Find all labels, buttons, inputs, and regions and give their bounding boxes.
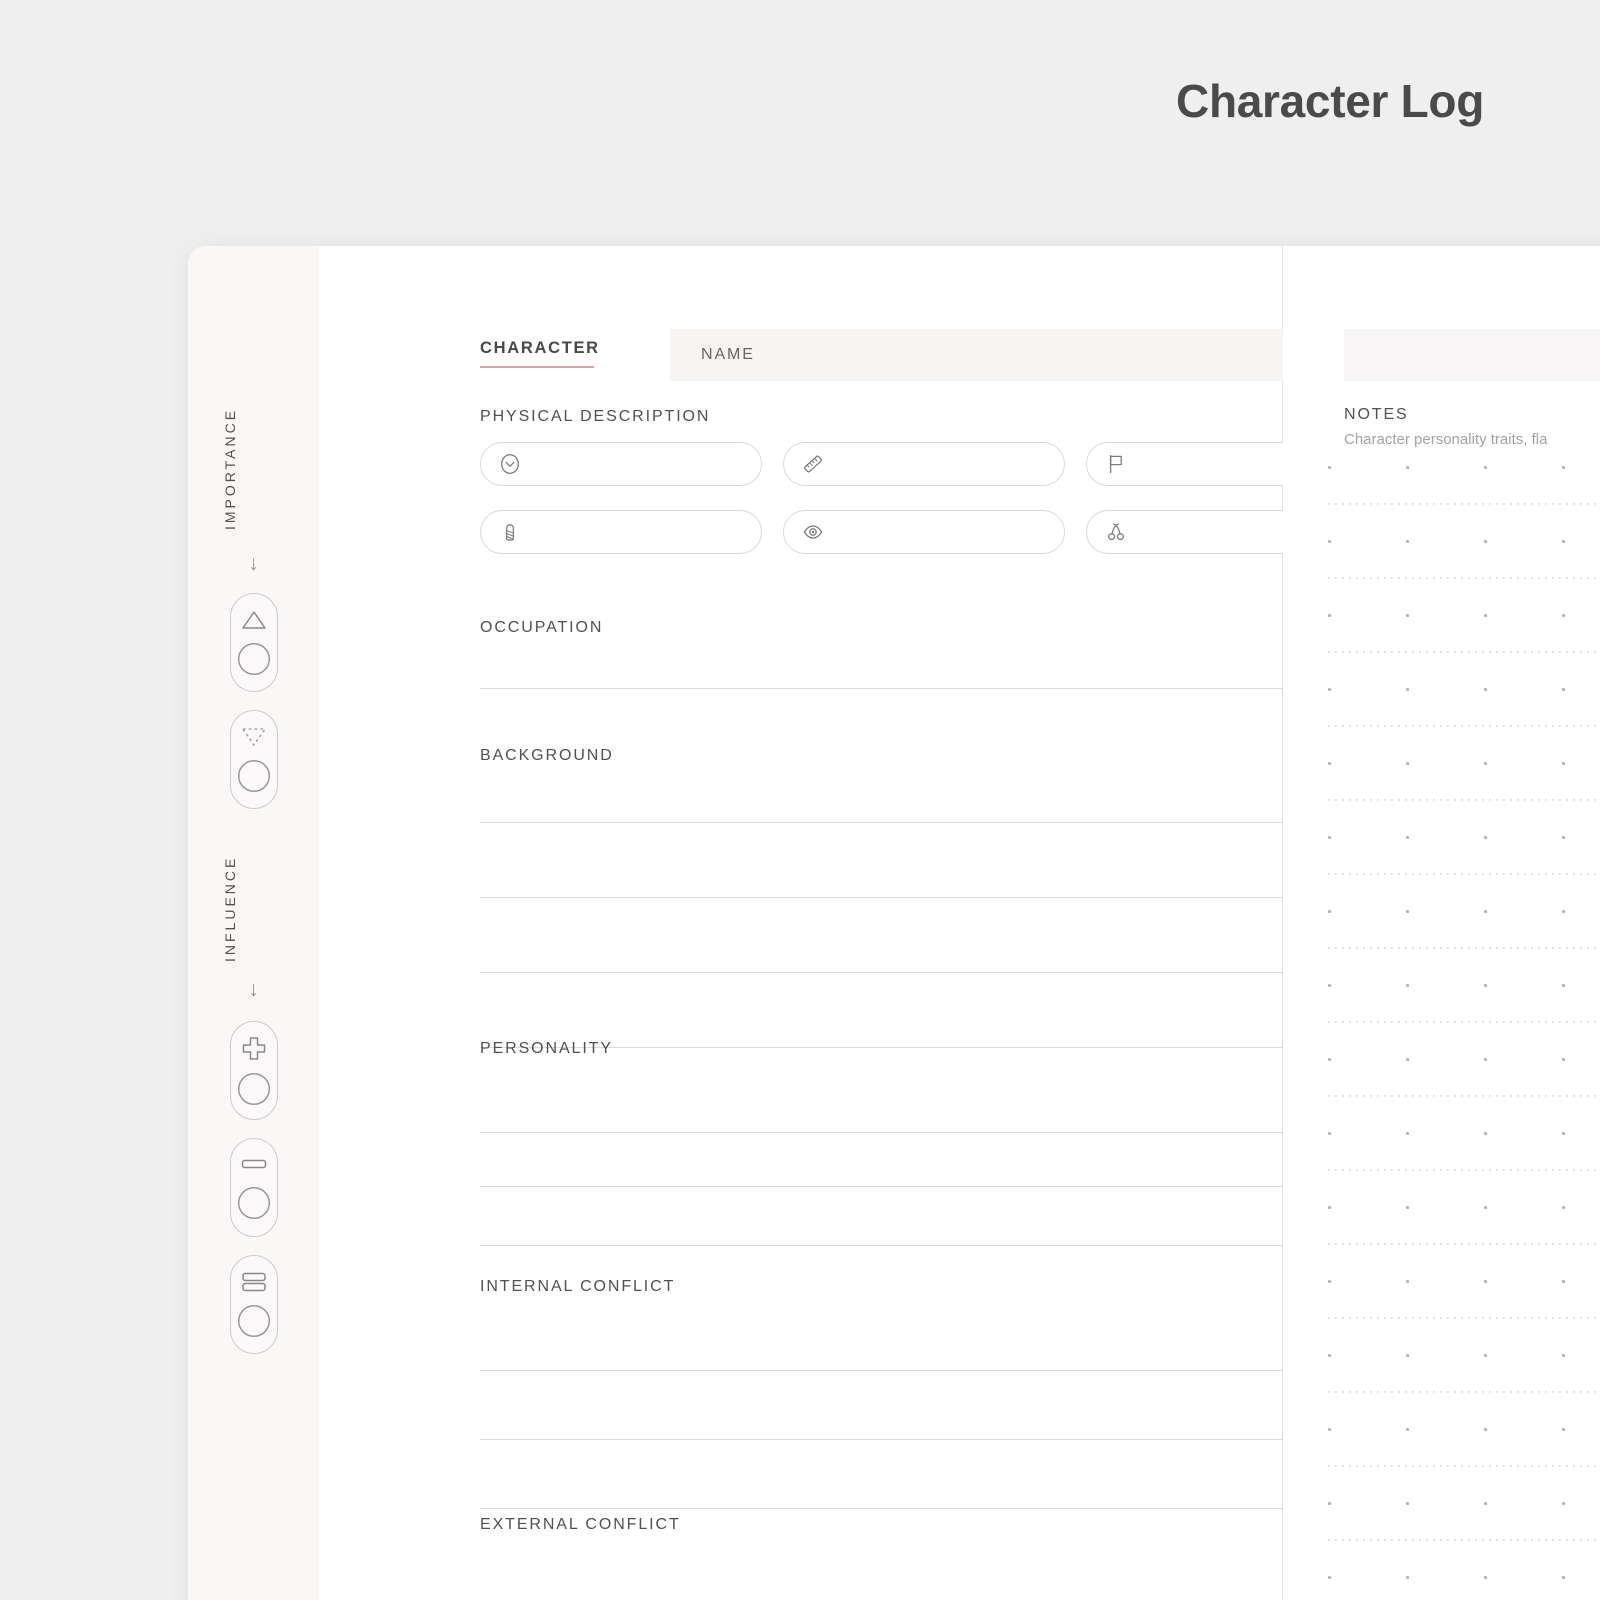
dot-grid-dense-row — [1328, 799, 1600, 801]
equals-icon — [240, 1271, 268, 1293]
eye-icon — [802, 521, 824, 543]
dot-grid-sparse-row — [1328, 540, 1600, 543]
dot-grid-dense-row — [1328, 1095, 1600, 1097]
name-input-placeholder: NAME — [701, 346, 755, 363]
name-input[interactable]: NAME — [670, 329, 1368, 381]
triangle-up-icon — [241, 609, 267, 631]
dot-grid-sparse-row — [1328, 1132, 1600, 1135]
dot-grid-dense-row — [1328, 725, 1600, 727]
dot-grid-dense-row — [1328, 577, 1600, 579]
writing-line[interactable] — [480, 1245, 1368, 1247]
writing-line[interactable] — [480, 1508, 1368, 1510]
writing-line[interactable] — [480, 1132, 1368, 1134]
writing-line[interactable] — [480, 688, 1368, 690]
physical-description-grid — [480, 442, 1368, 578]
notes-title-field[interactable] — [1344, 329, 1600, 381]
dot-grid-sparse-row — [1328, 1428, 1600, 1431]
dot-grid-sparse-row — [1328, 1354, 1600, 1357]
circle-marker-icon — [237, 759, 271, 793]
physical-description-row — [480, 510, 1368, 554]
notebook-card: IMPORTANCE ↓ INFLUENCE ↓ CHARACTER NAME … — [188, 246, 1600, 1600]
notes-page: NOTES Character personality traits, fla — [1283, 246, 1600, 1600]
writing-line[interactable] — [480, 1439, 1368, 1441]
face-oval-icon — [499, 453, 521, 475]
rail-arrow-influence-icon: ↓ — [248, 978, 259, 1001]
circle-marker-icon — [237, 1304, 271, 1338]
label-background: BACKGROUND — [480, 747, 614, 764]
dot-grid-sparse-row — [1328, 762, 1600, 765]
tab-character[interactable]: CHARACTER — [480, 339, 598, 368]
dot-grid-dense-row — [1328, 947, 1600, 949]
dot-grid-sparse-row — [1328, 1576, 1600, 1579]
dot-grid-dense-row — [1328, 651, 1600, 653]
dot-grid-dense-row — [1328, 1317, 1600, 1319]
character-form-page: CHARACTER NAME PHYSICAL DESCRIPTION OCCU… — [319, 246, 1368, 1600]
dot-grid-sparse-row — [1328, 466, 1600, 469]
dot-grid-dense-row — [1328, 503, 1600, 505]
writing-line[interactable] — [480, 897, 1368, 899]
dot-grid-sparse-row — [1328, 984, 1600, 987]
label-notes: NOTES — [1344, 406, 1409, 423]
notes-dot-grid[interactable] — [1328, 466, 1600, 1600]
dot-grid-sparse-row — [1328, 836, 1600, 839]
dot-grid-sparse-row — [1328, 1206, 1600, 1209]
label-physical-description: PHYSICAL DESCRIPTION — [480, 408, 711, 425]
rail-item-importance-low[interactable] — [230, 710, 278, 809]
ruler-icon — [802, 453, 824, 475]
dot-grid-sparse-row — [1328, 1058, 1600, 1061]
notes-subtitle: Character personality traits, fla — [1344, 431, 1548, 448]
circle-marker-icon — [237, 1072, 271, 1106]
sidebar-rail: IMPORTANCE ↓ INFLUENCE ↓ — [188, 246, 319, 1600]
dot-grid-dense-row — [1328, 1243, 1600, 1245]
dot-grid-dense-row — [1328, 1539, 1600, 1541]
dot-grid-dense-row — [1328, 873, 1600, 875]
dot-grid-dense-row — [1328, 1391, 1600, 1393]
label-occupation: OCCUPATION — [480, 619, 604, 636]
rail-item-influence-neutral[interactable] — [230, 1255, 278, 1354]
page-title: Character Log — [1176, 75, 1484, 127]
label-internal-conflict: INTERNAL CONFLICT — [480, 1278, 676, 1295]
field-build[interactable] — [480, 510, 762, 554]
label-external-conflict: EXTERNAL CONFLICT — [480, 1516, 681, 1533]
field-face[interactable] — [480, 442, 762, 486]
triangle-down-dotted-icon — [241, 726, 267, 748]
minus-icon — [240, 1155, 268, 1173]
dot-grid-dense-row — [1328, 1169, 1600, 1171]
writing-line[interactable] — [480, 972, 1368, 974]
writing-line[interactable] — [480, 1047, 1368, 1049]
rail-arrow-importance-icon: ↓ — [248, 552, 259, 575]
rail-item-influence-positive[interactable] — [230, 1021, 278, 1120]
label-personality: PERSONALITY — [480, 1040, 613, 1057]
circle-marker-icon — [237, 1186, 271, 1220]
dot-grid-sparse-row — [1328, 1280, 1600, 1283]
field-height[interactable] — [783, 442, 1065, 486]
dot-grid-sparse-row — [1328, 688, 1600, 691]
plus-icon — [240, 1035, 268, 1063]
form-header-row: CHARACTER NAME — [480, 329, 1368, 381]
rail-group-label-influence: INFLUENCE — [222, 855, 238, 963]
dot-grid-sparse-row — [1328, 614, 1600, 617]
dot-grid-sparse-row — [1328, 1502, 1600, 1505]
rail-item-influence-negative[interactable] — [230, 1138, 278, 1237]
rail-item-importance-high[interactable] — [230, 593, 278, 692]
body-figure-icon — [499, 521, 521, 543]
writing-line[interactable] — [480, 1186, 1368, 1188]
dot-grid-sparse-row — [1328, 910, 1600, 913]
dot-grid-dense-row — [1328, 1021, 1600, 1023]
writing-line[interactable] — [480, 822, 1368, 824]
flag-icon — [1105, 453, 1127, 475]
dot-grid-dense-row — [1328, 1465, 1600, 1467]
physical-description-row — [480, 442, 1368, 486]
cherries-icon — [1105, 521, 1127, 543]
writing-line[interactable] — [480, 1370, 1368, 1372]
field-eyes[interactable] — [783, 510, 1065, 554]
rail-group-label-importance: IMPORTANCE — [222, 407, 238, 530]
circle-marker-icon — [237, 642, 271, 676]
